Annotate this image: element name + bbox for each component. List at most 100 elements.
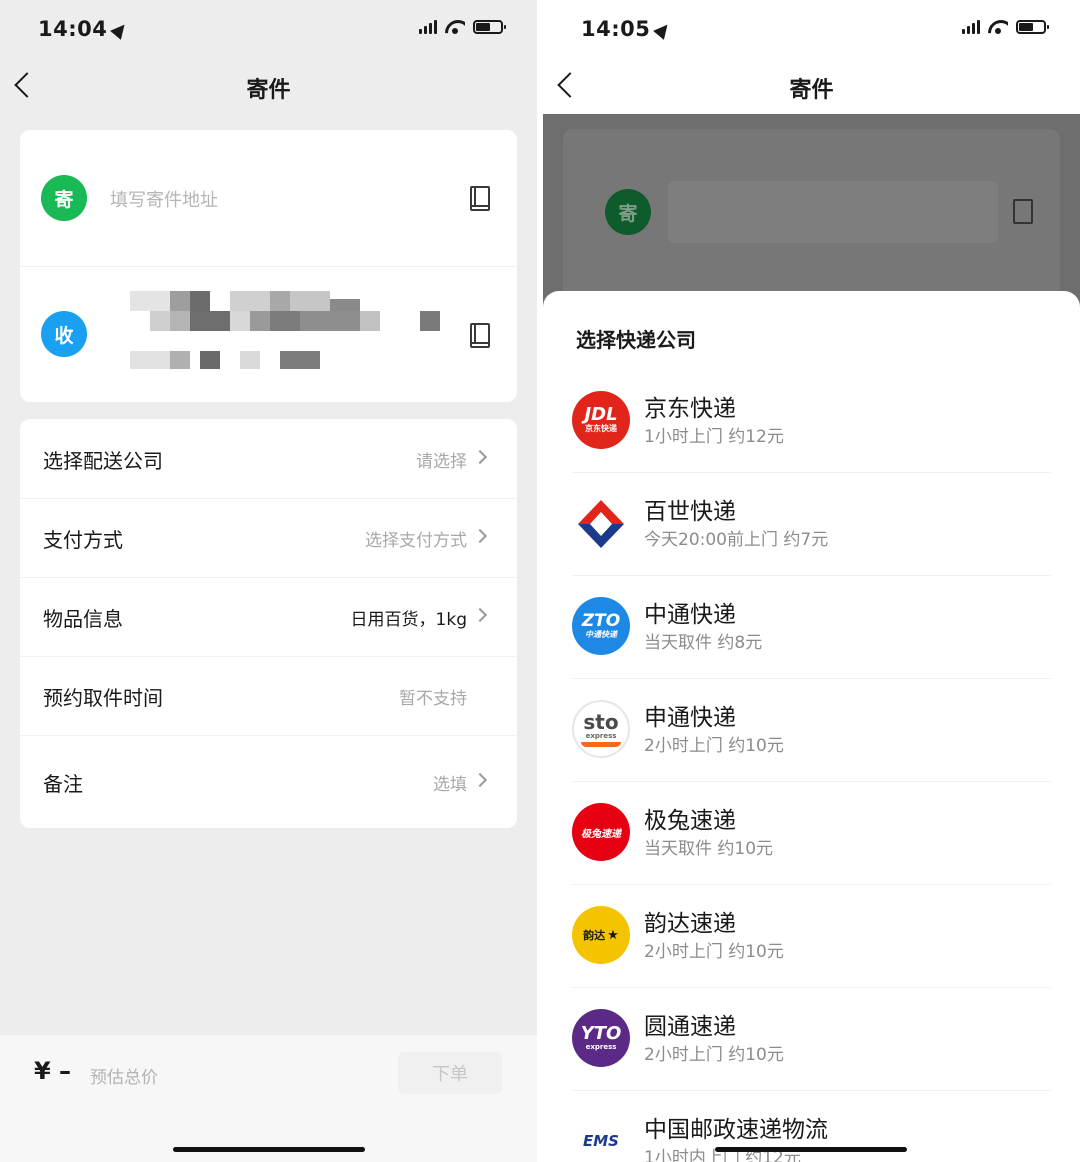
- logo-text: sto: [583, 709, 619, 734]
- home-indicator: [715, 1147, 907, 1152]
- home-indicator: [173, 1147, 365, 1152]
- estimate-label: 预估总价: [90, 1068, 158, 1088]
- courier-info: 当天取件 约8元: [644, 633, 763, 653]
- option-label: 预约取件时间: [43, 686, 163, 710]
- courier-info: 1小时内上门 约12元: [644, 1148, 801, 1162]
- payment-method-row[interactable]: 支付方式 选择支付方式: [20, 498, 517, 578]
- wifi-icon: [988, 20, 1008, 34]
- sto-logo-icon: sto express: [572, 700, 630, 758]
- courier-name: 百世快递: [644, 499, 736, 525]
- nav-bar: 寄件: [0, 60, 537, 114]
- logo-text: JDL: [584, 404, 618, 425]
- best-express-logo-icon: [572, 494, 630, 552]
- option-label: 备注: [43, 772, 83, 796]
- place-order-button[interactable]: 下单: [398, 1052, 502, 1094]
- option-value: 请选择: [416, 452, 467, 472]
- courier-option-yto[interactable]: YTO express 圆通速递 2小时上门 约10元: [572, 988, 1051, 1091]
- option-label: 物品信息: [43, 607, 123, 631]
- logo-swoosh: [581, 741, 621, 747]
- chevron-right-icon: [472, 607, 488, 623]
- courier-option-yunda[interactable]: 韵达 ★ 韵达速递 2小时上门 约10元: [572, 885, 1051, 988]
- courier-info: 当天取件 约10元: [644, 839, 774, 859]
- bottom-bar: ¥ – 预估总价 下单: [0, 1035, 537, 1162]
- yunda-logo-icon: 韵达 ★: [572, 906, 630, 964]
- option-label: 支付方式: [43, 528, 123, 552]
- star-icon: ★: [607, 927, 619, 943]
- status-time: 14:04: [38, 17, 131, 41]
- signal-icon: [419, 20, 437, 34]
- status-bar: 14:04: [0, 0, 537, 60]
- sheet-title: 选择快递公司: [576, 328, 696, 352]
- option-value: 选填: [433, 775, 467, 795]
- courier-option-best[interactable]: 百世快递 今天20:00前上门 约7元: [572, 473, 1051, 576]
- ems-logo-icon: EMS: [572, 1112, 630, 1162]
- courier-option-zto[interactable]: ZTO 中通快递 中通快递 当天取件 约8元: [572, 576, 1051, 679]
- redacted-address: [668, 181, 998, 243]
- receiver-badge: 收: [41, 311, 87, 357]
- option-value: 暂不支持: [399, 689, 467, 709]
- address-book-icon[interactable]: [470, 323, 490, 348]
- logo-text: 极兔速递: [581, 828, 621, 840]
- battery-icon: [473, 20, 506, 34]
- courier-sheet: 选择快递公司 JDL 京东快递 京东快递 1小时上门 约12元 百世快递 今天2…: [543, 291, 1080, 1162]
- zto-logo-icon: ZTO 中通快递: [572, 597, 630, 655]
- signal-icon: [962, 20, 980, 34]
- sender-badge: 寄: [605, 189, 651, 235]
- option-value: 选择支付方式: [365, 531, 467, 551]
- wifi-icon: [445, 20, 465, 34]
- status-bar: 14:05: [543, 0, 1080, 60]
- pickup-time-row: 预约取件时间 暂不支持: [20, 656, 517, 736]
- courier-name: 中国邮政速递物流: [644, 1117, 828, 1143]
- courier-name: 圆通速递: [644, 1014, 736, 1040]
- item-info-row[interactable]: 物品信息 日用百货，1kg: [20, 577, 517, 657]
- sender-row[interactable]: 寄 填写寄件地址: [20, 130, 517, 267]
- courier-info: 2小时上门 约10元: [644, 942, 784, 962]
- logo-text: ZTO: [581, 611, 621, 631]
- address-book-icon[interactable]: [470, 186, 490, 211]
- price-total: ¥ –: [34, 1057, 72, 1085]
- logo-text: 韵达: [583, 929, 606, 942]
- courier-name: 申通快递: [644, 705, 736, 731]
- page-title: 寄件: [246, 78, 291, 103]
- courier-name: 韵达速递: [644, 911, 736, 937]
- courier-name: 极兔速递: [644, 808, 736, 834]
- option-value: 日用百货，1kg: [350, 610, 467, 630]
- location-arrow-icon: [110, 20, 131, 40]
- courier-option-jd[interactable]: JDL 京东快递 京东快递 1小时上门 约12元: [572, 370, 1051, 473]
- right-screen: 14:05 寄件 寄 选择快递公司 JDL 京东快递 京东快递 1小时上门 约1…: [543, 0, 1080, 1162]
- status-time: 14:05: [581, 17, 674, 41]
- chevron-right-icon: [472, 772, 488, 788]
- courier-name: 京东快递: [644, 396, 736, 422]
- address-book-icon: [1013, 199, 1033, 224]
- sender-address-placeholder: 填写寄件地址: [110, 190, 218, 211]
- chevron-right-icon: [472, 449, 488, 465]
- logo-text: EMS: [583, 1132, 619, 1150]
- chevron-right-icon: [472, 528, 488, 544]
- courier-info: 2小时上门 约10元: [644, 736, 784, 756]
- option-label: 选择配送公司: [43, 449, 163, 473]
- remarks-row[interactable]: 备注 选填: [20, 742, 517, 828]
- left-screen: 14:04 寄件 寄 填写寄件地址 收 选择配送公司 请选择 支付方式 选择支付…: [0, 0, 537, 1162]
- courier-info: 1小时上门 约12元: [644, 427, 784, 447]
- courier-option-jtexpress[interactable]: 极兔速递 极兔速递 当天取件 约10元: [572, 782, 1051, 885]
- courier-info: 今天20:00前上门 约7元: [644, 530, 829, 550]
- courier-name: 中通快递: [644, 602, 736, 628]
- logo-subtext: 京东快递: [585, 424, 617, 433]
- jd-logo-icon: JDL 京东快递: [572, 391, 630, 449]
- logo-subtext: 中通快递: [585, 630, 617, 639]
- nav-bar: 寄件: [543, 60, 1080, 114]
- courier-select-row[interactable]: 选择配送公司 请选择: [20, 419, 517, 499]
- location-arrow-icon: [653, 20, 674, 40]
- address-card: 寄 填写寄件地址 收: [20, 130, 517, 402]
- options-card: 选择配送公司 请选择 支付方式 选择支付方式 物品信息 日用百货，1kg 预约取…: [20, 419, 517, 828]
- battery-icon: [1016, 20, 1049, 34]
- page-title: 寄件: [789, 78, 834, 103]
- logo-text: YTO: [580, 1022, 622, 1044]
- receiver-row[interactable]: 收: [20, 267, 517, 404]
- jt-express-logo-icon: 极兔速递: [572, 803, 630, 861]
- sender-badge: 寄: [41, 175, 87, 221]
- courier-info: 2小时上门 约10元: [644, 1045, 784, 1065]
- logo-subtext: express: [585, 731, 617, 740]
- courier-option-sto[interactable]: sto express 申通快递 2小时上门 约10元: [572, 679, 1051, 782]
- yto-logo-icon: YTO express: [572, 1009, 630, 1067]
